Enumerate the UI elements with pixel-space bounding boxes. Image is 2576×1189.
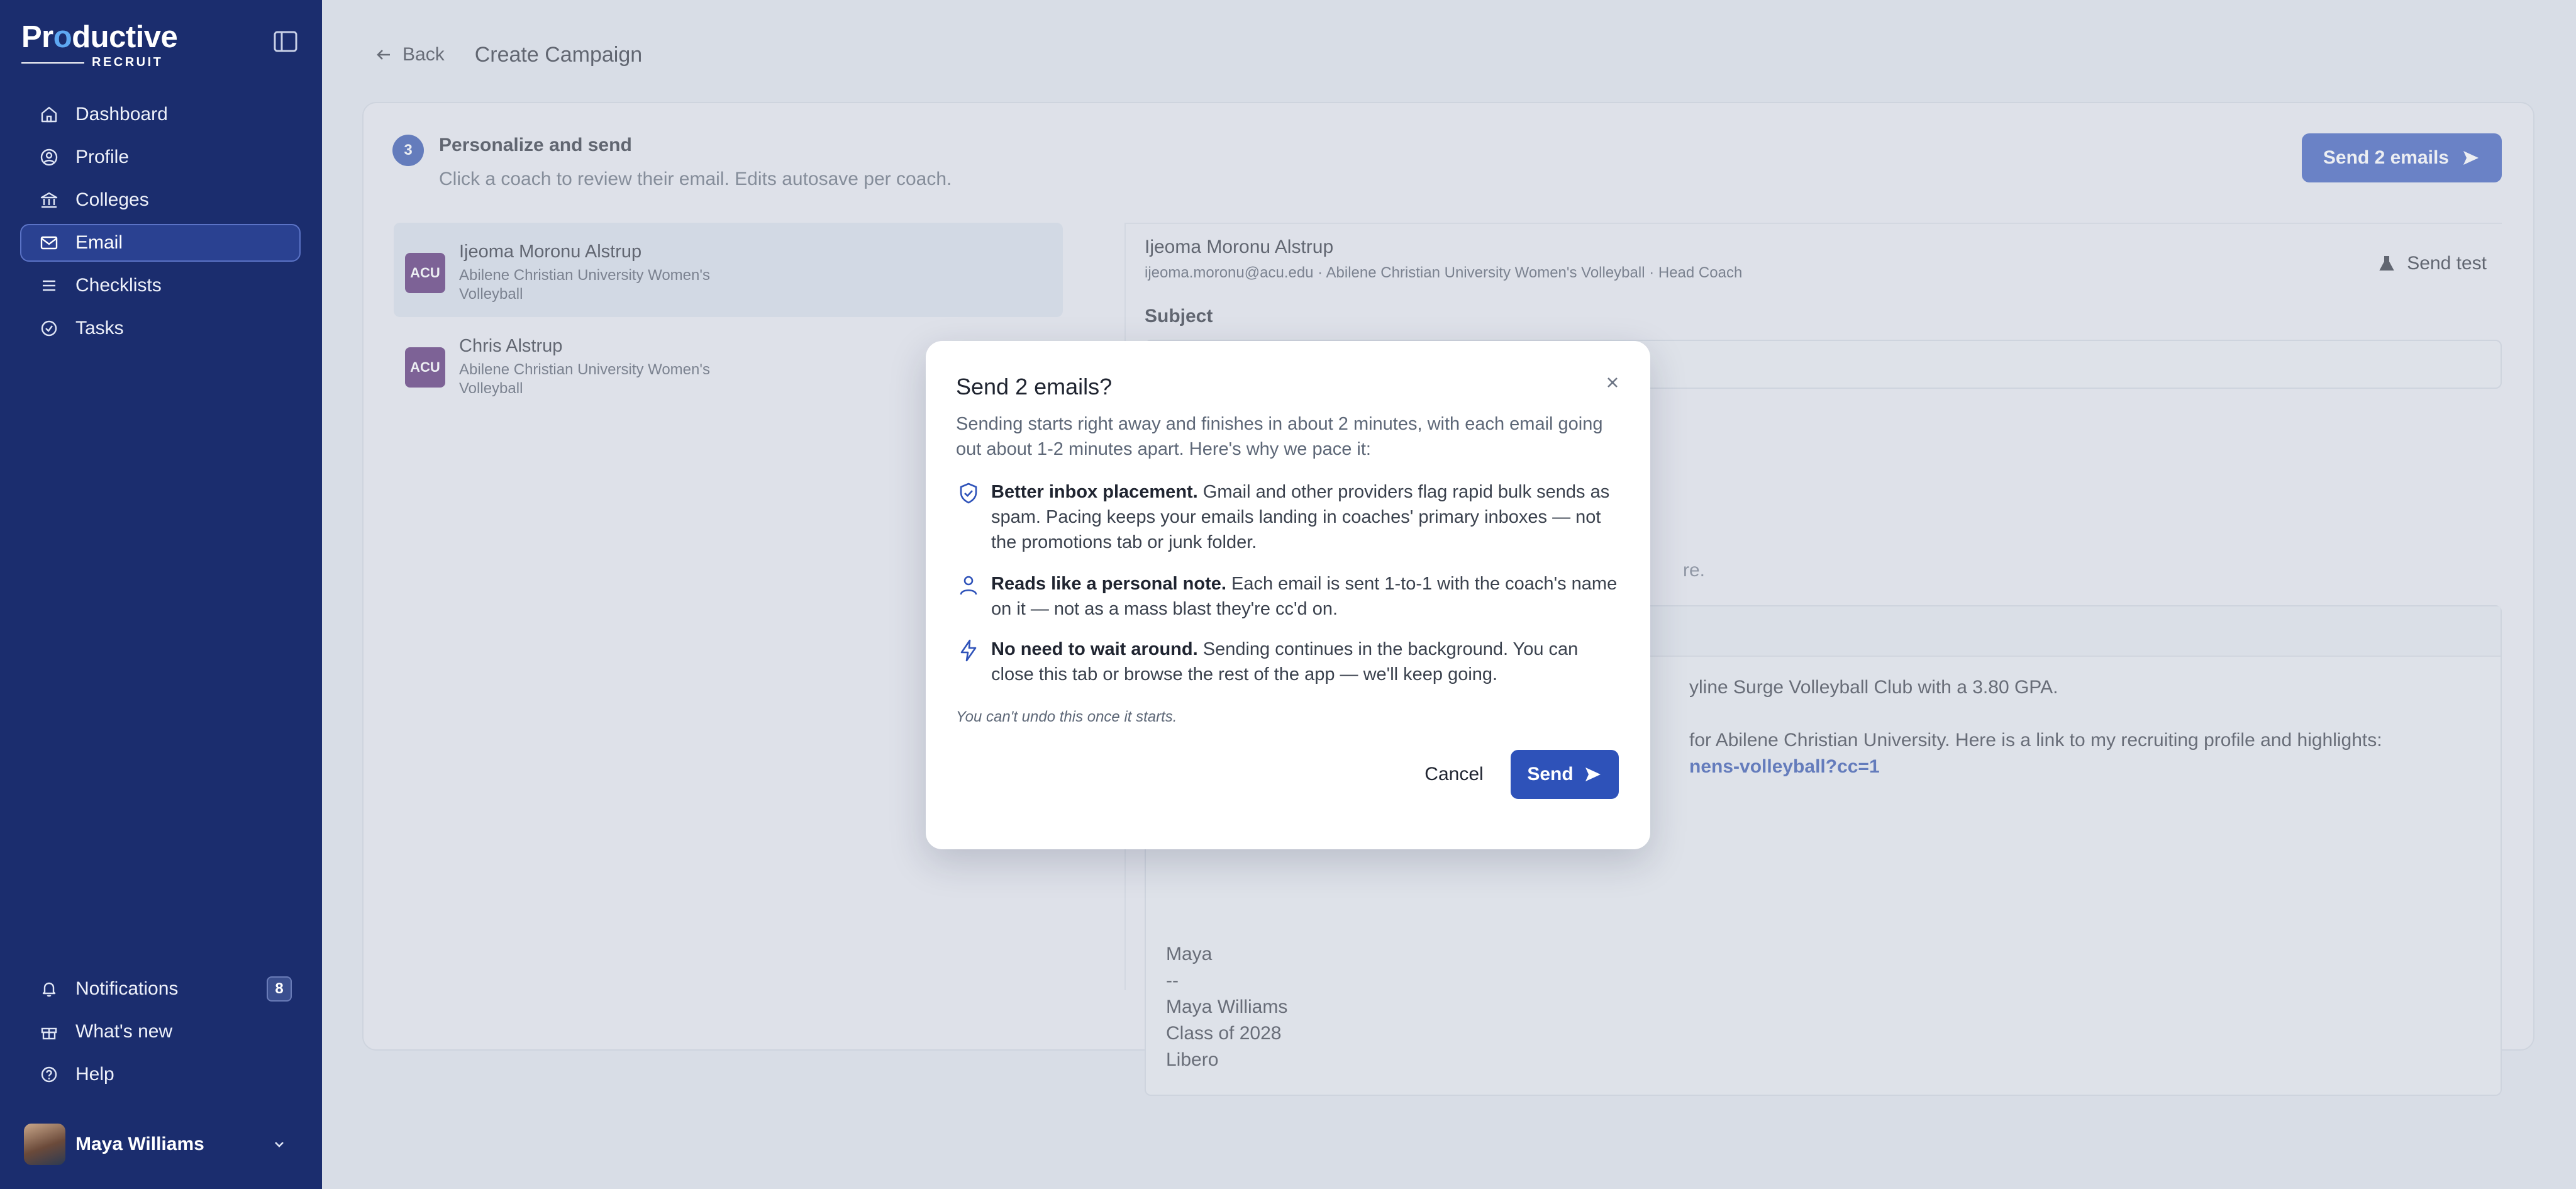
sidebar-item-whats-new[interactable]: What's new xyxy=(20,1013,301,1051)
sidebar-bottom-nav: Notifications 8 What's new Help xyxy=(20,970,301,1098)
user-name: Maya Williams xyxy=(75,1134,204,1154)
list-icon xyxy=(43,280,55,291)
sidebar: Productive RECRUIT Dashboard Profile Col… xyxy=(0,0,322,1189)
sidebar-toggle-icon[interactable] xyxy=(273,30,298,53)
sidebar-item-colleges[interactable]: Colleges xyxy=(20,181,301,219)
brand-name: Productive xyxy=(21,20,178,54)
sidebar-item-checklists[interactable]: Checklists xyxy=(20,267,301,304)
dialog-intro: Sending starts right away and finishes i… xyxy=(956,414,1603,459)
gift-icon xyxy=(41,1027,57,1040)
sidebar-nav: Dashboard Profile Colleges Email Checkli… xyxy=(20,96,301,352)
user-circle-icon xyxy=(40,148,58,166)
chevron-down-icon xyxy=(275,1142,284,1147)
close-icon[interactable] xyxy=(1602,372,1623,393)
sidebar-item-notifications[interactable]: Notifications 8 xyxy=(20,970,301,1008)
sidebar-item-email[interactable]: Email xyxy=(20,224,301,262)
sidebar-item-profile[interactable]: Profile xyxy=(20,138,301,176)
sidebar-item-tasks[interactable]: Tasks xyxy=(20,310,301,347)
dialog-title: Send 2 emails? xyxy=(956,374,1113,399)
sidebar-item-help[interactable]: Help xyxy=(20,1056,301,1093)
sidebar-item-dashboard[interactable]: Dashboard xyxy=(20,96,301,133)
check-circle-icon xyxy=(41,320,57,337)
shield-check-icon xyxy=(960,483,977,504)
bell-icon xyxy=(42,982,56,997)
cancel-button[interactable]: Cancel xyxy=(1416,750,1492,799)
user-menu[interactable]: Maya Williams xyxy=(24,1124,288,1165)
dialog-warning: You can't undo this once it starts. xyxy=(956,708,1177,725)
avatar xyxy=(24,1124,65,1165)
reason-item: No need to wait around. Sending continue… xyxy=(956,637,1623,687)
person-icon xyxy=(960,576,977,595)
brand-sub: RECRUIT xyxy=(92,55,164,69)
notification-count-badge: 8 xyxy=(267,976,292,1002)
brand-logo[interactable]: Productive RECRUIT xyxy=(21,20,178,70)
help-icon xyxy=(41,1066,57,1083)
send-button[interactable]: Send xyxy=(1511,750,1619,799)
reason-item: Better inbox placement. Gmail and other … xyxy=(956,479,1623,555)
building-icon xyxy=(40,192,58,208)
mail-icon xyxy=(40,236,58,250)
send-icon xyxy=(1585,768,1601,781)
send-confirm-dialog: Send 2 emails? Sending starts right away… xyxy=(926,341,1650,849)
home-icon xyxy=(41,106,57,123)
bolt-icon xyxy=(960,639,977,662)
reason-item: Reads like a personal note. Each email i… xyxy=(956,571,1623,622)
